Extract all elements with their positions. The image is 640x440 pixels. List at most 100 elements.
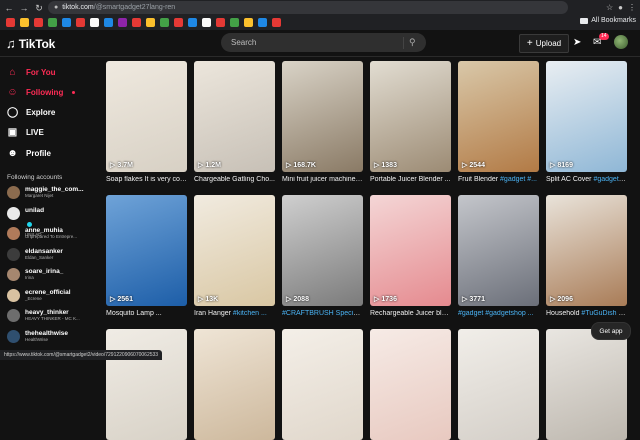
following-account[interactable]: heavy_thinker HEAVY THINKER - MC K... — [7, 309, 80, 322]
video-card[interactable]: ▷ 3771 #gadget #gadgetshop ... — [458, 195, 539, 317]
bookmark-icon[interactable] — [34, 18, 43, 27]
hashtag-link[interactable]: #gadget #... — [593, 176, 627, 183]
video-thumbnail[interactable]: ▷ 2544 — [458, 61, 539, 172]
following-account[interactable]: eldansanker Eldan_Sanker — [7, 247, 63, 261]
bookmark-icon[interactable] — [244, 18, 253, 27]
video-card[interactable]: ▷ 168.7K Mini fruit juicer machine ... — [282, 61, 363, 183]
video-card[interactable]: ▷ 1736 Rechargeable Juicer ble... — [370, 195, 451, 317]
bookmark-icon[interactable] — [48, 18, 57, 27]
bookmark-icon[interactable] — [188, 18, 197, 27]
video-card[interactable]: ▷ 2561 Mosquito Lamp ... — [106, 195, 187, 317]
menu-icon[interactable]: ⋮ — [628, 1, 636, 14]
address-bar[interactable]: ● tiktok.com/@smartgadget27lang-ren — [48, 1, 568, 14]
nav-for-you[interactable]: ⌂ For You — [7, 67, 55, 78]
video-card[interactable]: ▷ 1383 Portable Juicer Blender ... — [370, 61, 451, 183]
video-thumbnail[interactable] — [282, 329, 363, 440]
back-icon[interactable]: ← — [3, 2, 15, 14]
video-card[interactable] — [282, 329, 363, 440]
following-account[interactable]: anne_muhia Unprepared To Entrepre... — [7, 227, 77, 240]
video-card[interactable]: ▷ 8169 Split AC Cover #gadget #... — [546, 61, 627, 183]
video-thumbnail[interactable]: ▷ 168.7K — [282, 61, 363, 172]
all-bookmarks[interactable]: All Bookmarks — [580, 17, 636, 24]
video-caption[interactable]: Soap flakes It is very con... — [106, 176, 187, 183]
video-caption[interactable]: Split AC Cover #gadget #... — [546, 176, 627, 183]
video-card[interactable]: ▷ 2544 Fruit Blender #gadget #... — [458, 61, 539, 183]
forward-icon[interactable]: → — [18, 2, 30, 14]
send-icon[interactable]: ➤ — [573, 37, 581, 48]
video-thumbnail[interactable]: ▷ 13K — [194, 195, 275, 306]
video-caption[interactable]: #CRAFTBRUSH Speciali... — [282, 310, 363, 317]
video-card[interactable]: ▷ 3.7M Soap flakes It is very con... — [106, 61, 187, 183]
video-caption[interactable]: Household #TuGuDish Fra... — [546, 310, 627, 317]
get-app-button[interactable]: Get app — [591, 322, 631, 340]
nav-following[interactable]: ☺ Following — [7, 87, 76, 98]
video-thumbnail[interactable] — [458, 329, 539, 440]
hashtag-link[interactable]: #kitchen ... — [233, 310, 267, 317]
following-account[interactable]: ecrene_official _Ecrene — [7, 288, 71, 302]
hashtag-link[interactable]: #TuGuDish Fra... — [581, 310, 627, 317]
bookmark-icon[interactable] — [118, 18, 127, 27]
hashtag-link[interactable]: #gadget #gadgetshop ... — [458, 310, 534, 317]
video-card[interactable] — [458, 329, 539, 440]
bookmark-icon[interactable] — [160, 18, 169, 27]
reload-icon[interactable]: ↻ — [33, 2, 45, 14]
video-caption[interactable]: Iran Hanger #kitchen ... — [194, 310, 275, 317]
video-card[interactable] — [194, 329, 275, 440]
video-caption[interactable]: Mini fruit juicer machine ... — [282, 176, 363, 183]
nav-live[interactable]: ▣ LIVE — [7, 127, 44, 138]
video-thumbnail[interactable]: ▷ 1.2M — [194, 61, 275, 172]
hashtag-link[interactable]: #CRAFTBRUSH Speciali... — [282, 310, 363, 317]
site-info-icon[interactable]: ● — [54, 4, 58, 11]
upload-button[interactable]: + Upload — [519, 34, 569, 53]
video-thumbnail[interactable]: ▷ 2088 — [282, 195, 363, 306]
video-caption[interactable]: Fruit Blender #gadget #... — [458, 176, 539, 183]
video-thumbnail[interactable]: ▷ 8169 — [546, 61, 627, 172]
search-icon[interactable]: ⚲ — [409, 37, 416, 48]
video-card[interactable]: ▷ 13K Iran Hanger #kitchen ... — [194, 195, 275, 317]
video-caption[interactable]: Chargeable Gatling Cho... — [194, 176, 275, 183]
bookmark-icon[interactable] — [258, 18, 267, 27]
following-account[interactable]: maggie_the_com... Margaret Nijet — [7, 186, 84, 199]
bookmark-icon[interactable] — [76, 18, 85, 27]
following-account[interactable]: thehealthwise HealthWise — [7, 329, 68, 343]
video-caption[interactable]: #gadget #gadgetshop ... — [458, 310, 539, 317]
bookmark-icon[interactable] — [132, 18, 141, 27]
bookmark-icon[interactable] — [230, 18, 239, 27]
video-thumbnail[interactable]: ▷ 1736 — [370, 195, 451, 306]
video-thumbnail[interactable]: ▷ 3771 — [458, 195, 539, 306]
video-thumbnail[interactable] — [546, 329, 627, 440]
bookmark-icon[interactable] — [202, 18, 211, 27]
video-caption[interactable]: Mosquito Lamp ... — [106, 310, 187, 317]
bookmark-icon[interactable] — [6, 18, 15, 27]
tiktok-logo[interactable]: ♫ TikTok — [6, 36, 55, 51]
video-card[interactable]: ▷ 1.2M Chargeable Gatling Cho... — [194, 61, 275, 183]
profile-icon[interactable]: ● — [618, 1, 623, 14]
nav-explore[interactable]: ◯ Explore — [7, 107, 55, 118]
hashtag-link[interactable]: #gadget #... — [500, 176, 537, 183]
video-thumbnail[interactable] — [106, 329, 187, 440]
bookmark-icon[interactable] — [146, 18, 155, 27]
video-thumbnail[interactable]: ▷ 2096 — [546, 195, 627, 306]
star-icon[interactable]: ☆ — [606, 1, 613, 14]
bookmark-icon[interactable] — [62, 18, 71, 27]
avatar[interactable] — [614, 35, 628, 49]
search-input[interactable] — [229, 37, 403, 48]
bookmark-icon[interactable] — [90, 18, 99, 27]
video-caption[interactable]: Rechargeable Juicer ble... — [370, 310, 451, 317]
video-card[interactable]: ▷ 2088 #CRAFTBRUSH Speciali... — [282, 195, 363, 317]
bookmark-icon[interactable] — [20, 18, 29, 27]
bookmark-icon[interactable] — [216, 18, 225, 27]
video-card[interactable] — [546, 329, 627, 440]
video-thumbnail[interactable]: ▷ 3.7M — [106, 61, 187, 172]
video-card[interactable] — [370, 329, 451, 440]
video-thumbnail[interactable] — [194, 329, 275, 440]
video-caption[interactable]: Portable Juicer Blender ... — [370, 176, 451, 183]
bookmark-icon[interactable] — [174, 18, 183, 27]
video-card[interactable] — [106, 329, 187, 440]
bookmark-icon[interactable] — [272, 18, 281, 27]
following-account[interactable]: soare_irina_ Irina — [7, 268, 63, 281]
bookmark-icon[interactable] — [104, 18, 113, 27]
video-thumbnail[interactable] — [370, 329, 451, 440]
video-thumbnail[interactable]: ▷ 2561 — [106, 195, 187, 306]
nav-profile[interactable]: ☻ Profile — [7, 148, 51, 159]
